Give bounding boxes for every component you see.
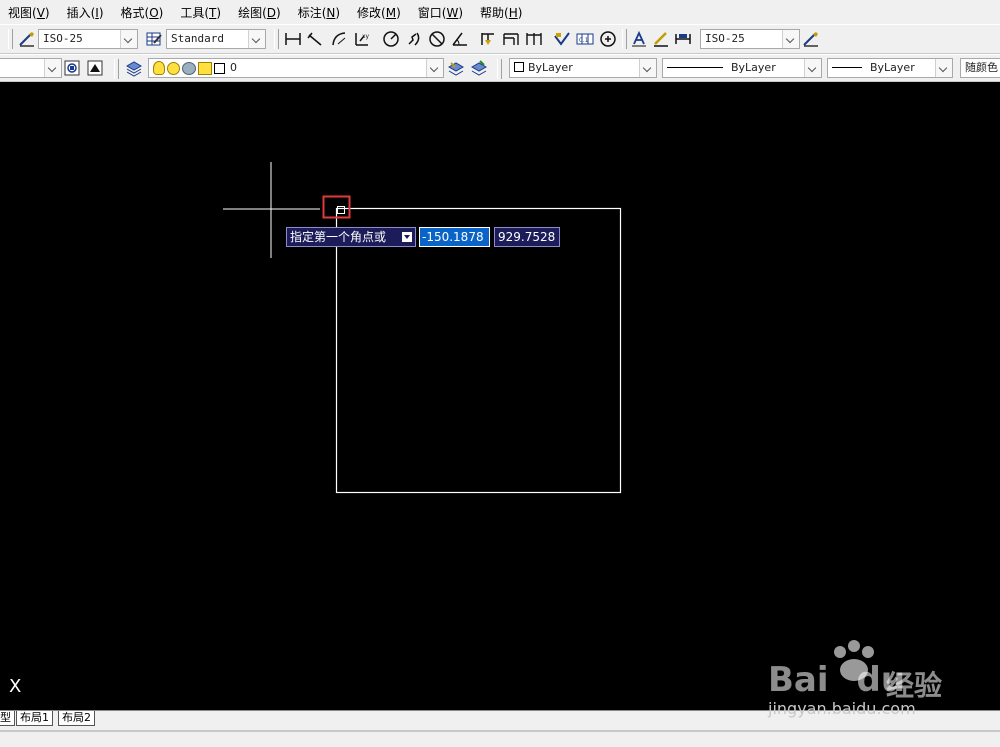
pickbox-cursor bbox=[337, 206, 345, 214]
center-mark-icon[interactable]: 0.1 bbox=[576, 30, 594, 48]
text-style-select[interactable]: ISO-25 bbox=[38, 29, 138, 49]
lineweight-preview bbox=[832, 67, 862, 68]
arc-length-icon[interactable] bbox=[330, 30, 348, 48]
linetype-select[interactable]: ByLayer bbox=[662, 58, 822, 78]
aligned-dim-icon[interactable] bbox=[306, 30, 324, 48]
layer-name: 0 bbox=[230, 61, 237, 74]
watermark-brand: Bai bbox=[768, 660, 829, 700]
layout-tabs-bar: 型 布局1 布局2 jingyan.baidu.com bbox=[0, 699, 1000, 747]
menu-dimension[interactable]: 标注(N) bbox=[289, 0, 348, 24]
table-style-icon[interactable] bbox=[145, 30, 163, 48]
tab-layout1[interactable]: 布局1 bbox=[16, 711, 53, 726]
lineweight-select[interactable]: ByLayer bbox=[827, 58, 953, 78]
menu-bar: 视图(V) 插入(I) 格式(O) 工具(T) 绘图(D) 标注(N) 修改(M… bbox=[0, 0, 1000, 24]
menu-help[interactable]: 帮助(H) bbox=[471, 0, 530, 24]
color-select[interactable]: ByLayer bbox=[509, 58, 657, 78]
menu-modify[interactable]: 修改(M) bbox=[348, 0, 409, 24]
watermark-suffix: 经验 bbox=[886, 669, 943, 702]
layer-vp-freeze-icon[interactable] bbox=[182, 61, 196, 75]
layers-properties-toolbar: 0 ByLayer ByLayer ByLayer 随颜色 bbox=[0, 54, 1000, 82]
menu-insert[interactable]: 插入(I) bbox=[58, 0, 112, 24]
dynamic-input-x[interactable]: -150.1878 bbox=[419, 227, 490, 247]
layer-states-icon[interactable] bbox=[86, 59, 104, 77]
linetype-preview bbox=[667, 67, 723, 68]
diameter-dim-icon[interactable] bbox=[428, 30, 446, 48]
styles-toolbar: ISO-25 Standard xy 0.1 ISO-25 bbox=[0, 24, 1000, 54]
layer-manager-icon[interactable] bbox=[125, 59, 143, 77]
continue-dim-icon[interactable] bbox=[525, 30, 543, 48]
baseline-dim-icon[interactable] bbox=[502, 30, 520, 48]
toolbar-grip[interactable] bbox=[114, 59, 119, 79]
toolbar-grip[interactable] bbox=[274, 29, 279, 49]
make-layer-current-icon[interactable] bbox=[447, 59, 465, 77]
ordinate-dim-icon[interactable]: xy bbox=[353, 30, 371, 48]
radius-dim-icon[interactable] bbox=[382, 30, 400, 48]
menu-tools[interactable]: 工具(T) bbox=[171, 0, 229, 24]
layer-lock-icon[interactable] bbox=[198, 61, 212, 75]
menu-format[interactable]: 格式(O) bbox=[112, 0, 172, 24]
svg-text:xy: xy bbox=[362, 33, 370, 40]
dynamic-input-prompt: 指定第一个角点或 bbox=[286, 227, 416, 247]
dim-update-icon[interactable] bbox=[674, 30, 692, 48]
workspace-select[interactable] bbox=[0, 58, 62, 78]
status-separator bbox=[0, 730, 1000, 732]
angular-dim-icon[interactable] bbox=[451, 30, 469, 48]
layer-previous-state-icon[interactable] bbox=[470, 59, 488, 77]
drawing-svg bbox=[223, 162, 622, 494]
rectangle-entity[interactable] bbox=[335, 207, 622, 494]
text-style-icon[interactable] bbox=[18, 30, 36, 48]
dim-text-edit-icon[interactable] bbox=[652, 30, 670, 48]
dim-edit-icon[interactable] bbox=[630, 30, 648, 48]
jogged-dim-icon[interactable] bbox=[405, 30, 423, 48]
drawing-canvas[interactable]: 指定第一个角点或 -150.1878 929.7528 X Bai du 经验 bbox=[0, 82, 1000, 710]
quick-dim-icon[interactable] bbox=[479, 30, 497, 48]
ucs-icon-label: X bbox=[9, 676, 22, 697]
menu-window[interactable]: 窗口(W) bbox=[409, 0, 471, 24]
layer-freeze-icon[interactable] bbox=[167, 61, 180, 75]
menu-view[interactable]: 视图(V) bbox=[0, 0, 58, 24]
layer-color-swatch bbox=[214, 62, 225, 74]
dim-style-select[interactable]: ISO-25 bbox=[700, 29, 800, 49]
layer-on-icon[interactable] bbox=[153, 61, 165, 75]
tolerance-icon[interactable] bbox=[553, 30, 571, 48]
table-style-select[interactable]: Standard bbox=[166, 29, 266, 49]
options-dropdown-icon[interactable] bbox=[402, 232, 412, 242]
dynamic-input-y[interactable]: 929.7528 bbox=[494, 227, 560, 247]
color-swatch bbox=[514, 62, 524, 72]
plotstyle-select[interactable]: 随颜色 bbox=[960, 58, 1000, 78]
watermark-url: jingyan.baidu.com bbox=[768, 699, 916, 718]
layer-previous-icon[interactable] bbox=[63, 59, 81, 77]
toolbar-grip[interactable] bbox=[622, 29, 627, 49]
layer-select[interactable]: 0 bbox=[148, 58, 444, 78]
tab-model[interactable]: 型 bbox=[0, 711, 15, 726]
linear-dim-icon[interactable] bbox=[284, 30, 302, 48]
menu-draw[interactable]: 绘图(D) bbox=[229, 0, 289, 24]
toolbar-grip[interactable] bbox=[497, 59, 502, 79]
center-mark-circle-icon[interactable] bbox=[599, 30, 617, 48]
dim-style-icon[interactable] bbox=[802, 30, 820, 48]
toolbar-grip[interactable] bbox=[8, 29, 13, 49]
tab-layout2[interactable]: 布局2 bbox=[58, 711, 95, 726]
svg-text:0.1: 0.1 bbox=[579, 37, 589, 44]
